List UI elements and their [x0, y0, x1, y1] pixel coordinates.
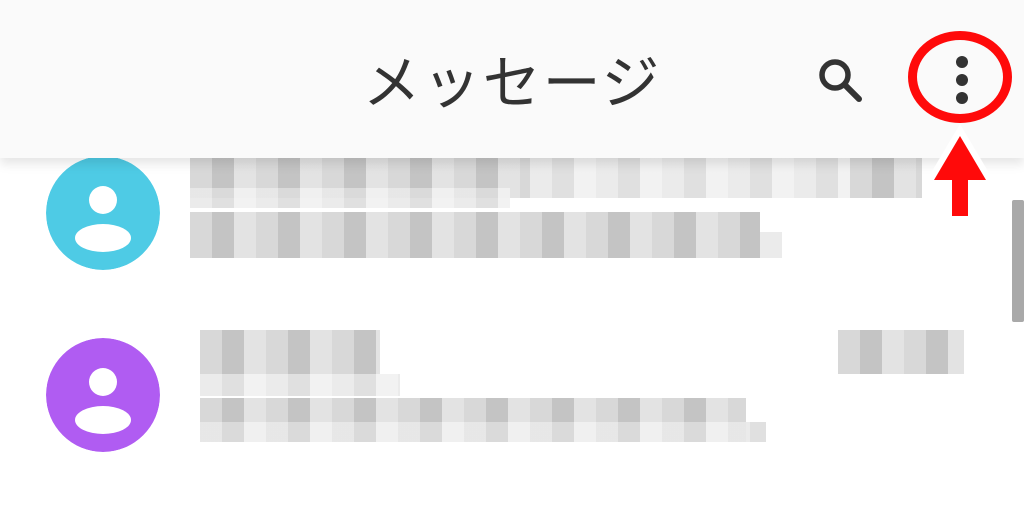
blurred-message-preview — [760, 232, 782, 258]
blurred-detail — [190, 188, 510, 208]
app-bar: メッセージ — [0, 0, 1024, 158]
blurred-message-preview — [200, 422, 766, 442]
person-icon — [46, 338, 160, 452]
blurred-detail — [200, 374, 400, 396]
search-icon[interactable] — [812, 52, 868, 108]
blurred-timestamp — [838, 330, 964, 374]
person-icon — [46, 156, 160, 270]
list-item[interactable] — [0, 324, 1000, 484]
messages-screen: メッセージ — [0, 0, 1024, 521]
avatar — [46, 156, 160, 270]
page-title: メッセージ — [362, 49, 662, 117]
blurred-message-preview — [190, 212, 760, 258]
annotation-circle — [908, 31, 1012, 123]
scrollbar[interactable] — [1012, 200, 1024, 322]
list-item[interactable] — [0, 140, 1000, 300]
avatar — [46, 338, 160, 452]
blurred-contact-name — [200, 330, 380, 374]
annotation-arrow-icon — [918, 120, 1002, 224]
